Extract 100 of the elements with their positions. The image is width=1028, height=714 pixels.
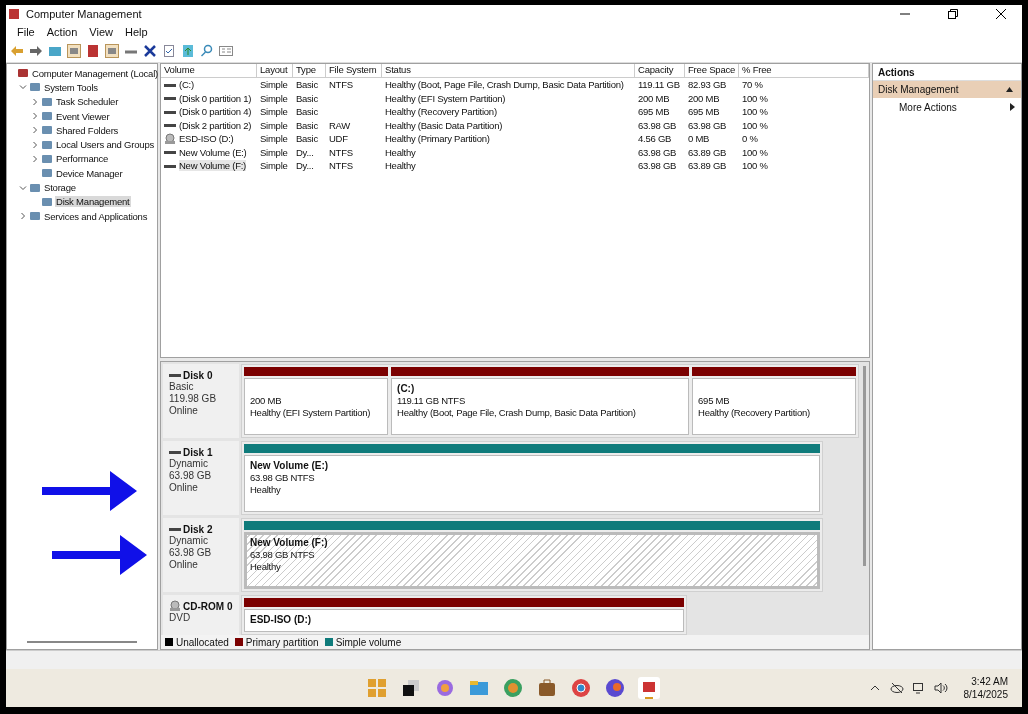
table-cell: 0 MB — [688, 133, 710, 145]
upload-icon[interactable] — [181, 44, 195, 58]
partition-info: 63.98 GB NTFS — [250, 549, 316, 561]
tree-item[interactable]: Local Users and Groups — [55, 139, 156, 151]
table-cell[interactable]: (Disk 2 partition 2) — [179, 119, 252, 131]
partition-info: 695 MB — [698, 395, 731, 407]
table-cell: 63.98 GB — [638, 146, 677, 158]
cloud-off-icon[interactable] — [889, 681, 904, 695]
column-header[interactable]: Volume — [161, 64, 257, 78]
disk-info: Dynamic — [169, 535, 209, 547]
close-icon[interactable] — [995, 8, 1007, 20]
menu-item[interactable]: View — [84, 25, 118, 38]
collapsed-chevron-icon[interactable] — [31, 140, 39, 149]
partition-block[interactable]: ESD-ISO (D:) — [244, 609, 684, 632]
start-icon[interactable] — [366, 677, 388, 699]
table-cell: Simple — [260, 106, 288, 118]
column-header[interactable]: Free Space — [685, 64, 739, 78]
checklist-icon[interactable] — [162, 44, 176, 58]
partition-block[interactable]: New Volume (F:) 63.98 GB NTFS Healthy — [244, 532, 820, 589]
expanded-chevron-icon[interactable] — [19, 83, 27, 92]
collapse-caret-icon[interactable] — [1006, 87, 1013, 92]
disk-name: Disk 1 — [183, 446, 213, 458]
expanded-chevron-icon[interactable] — [19, 183, 27, 192]
table-cell[interactable]: (Disk 0 partition 1) — [179, 92, 252, 104]
tree-item[interactable]: Services and Applications — [43, 210, 149, 222]
column-header[interactable]: File System — [326, 64, 382, 78]
table-cell: Healthy (Recovery Partition) — [385, 106, 497, 118]
table-cell: 695 MB — [688, 106, 720, 118]
column-header[interactable]: Status — [382, 64, 635, 78]
volume-icon[interactable] — [933, 681, 948, 695]
table-cell: 63.98 GB — [638, 119, 677, 131]
table-cell[interactable]: ESD-ISO (D:) — [179, 133, 234, 145]
disk-info: Online — [169, 482, 199, 494]
partition-block[interactable]: (C:) 119.11 GB NTFS Healthy (Boot, Page File, Crash Dump, Basic Data Partition) — [391, 378, 690, 435]
table-cell: Simple — [260, 92, 288, 104]
node-icon — [41, 95, 53, 108]
tree-item[interactable]: Storage — [43, 182, 77, 193]
scrollbar[interactable] — [863, 366, 866, 566]
tree-item[interactable]: System Tools — [43, 81, 99, 93]
forward-arrow-icon[interactable] — [29, 44, 43, 58]
partition-block[interactable]: New Volume (E:) 63.98 GB NTFS Healthy — [244, 455, 820, 512]
tree-item[interactable]: Shared Folders — [55, 124, 120, 136]
task-view-icon[interactable] — [400, 677, 422, 699]
tree-item[interactable]: Task Scheduler — [55, 96, 120, 108]
tree-item[interactable]: Device Manager — [55, 167, 124, 179]
tree-item[interactable]: Computer Management (Local) — [31, 67, 160, 79]
tree-item[interactable]: Event Viewer — [55, 110, 111, 122]
partition-info: Healthy — [250, 484, 282, 496]
collapsed-chevron-icon[interactable] — [19, 212, 27, 221]
store-bag-icon[interactable] — [536, 677, 558, 699]
tree-item[interactable]: Disk Management — [55, 196, 131, 208]
collapsed-chevron-icon[interactable] — [31, 112, 39, 121]
table-cell: 63.89 GB — [688, 146, 727, 158]
table-cell: Basic — [296, 79, 318, 91]
panel-icon[interactable] — [105, 44, 119, 58]
partition-block[interactable]: 695 MB Healthy (Recovery Partition) — [692, 378, 856, 435]
tree-item[interactable]: Performance — [55, 153, 110, 165]
table-cell[interactable]: (C:) — [179, 79, 194, 91]
partition-block[interactable]: 200 MB Healthy (EFI System Partition) — [244, 378, 389, 435]
browser-icon[interactable] — [502, 677, 524, 699]
delete-icon[interactable] — [143, 44, 157, 58]
column-header[interactable]: Type — [293, 64, 326, 78]
collapsed-chevron-icon[interactable] — [31, 97, 39, 106]
column-header[interactable]: Layout — [257, 64, 293, 78]
properties-icon[interactable] — [219, 44, 233, 58]
table-cell: Healthy — [385, 160, 416, 172]
menu-item[interactable]: File — [12, 25, 40, 38]
column-header[interactable]: Capacity — [635, 64, 685, 78]
table-cell: 100 % — [742, 119, 768, 131]
actions-section[interactable]: Disk Management — [873, 81, 1021, 98]
section-label: Disk Management — [878, 84, 959, 95]
table-cell: 200 MB — [688, 92, 720, 104]
menu-item[interactable]: Help — [119, 25, 153, 38]
table-cell[interactable]: New Volume (E:) — [179, 146, 247, 158]
scrollbar[interactable] — [27, 641, 137, 643]
clock[interactable]: 3:42 AM 8/14/2025 — [963, 675, 1008, 701]
collapsed-chevron-icon[interactable] — [31, 154, 39, 163]
table-cell: NTFS — [329, 146, 353, 158]
table-cell[interactable]: (Disk 0 partition 4) — [179, 106, 252, 118]
column-header[interactable]: % Free — [739, 64, 869, 78]
partition-info: Healthy — [250, 561, 282, 573]
search-icon[interactable] — [200, 44, 214, 58]
table-cell: 100 % — [742, 106, 768, 118]
table-cell: RAW — [329, 119, 351, 131]
node-icon — [41, 138, 53, 151]
network-icon[interactable] — [911, 681, 926, 695]
collapsed-chevron-icon[interactable] — [31, 126, 39, 135]
legend-label: Simple volume — [335, 636, 402, 648]
action-item[interactable]: More Actions — [873, 98, 1021, 116]
menu-item[interactable]: Action — [41, 25, 83, 38]
disk-info: Online — [169, 559, 199, 571]
table-cell: 100 % — [742, 160, 768, 172]
table-cell: Healthy (Basic Data Partition) — [385, 119, 503, 131]
management-app-icon[interactable] — [638, 677, 660, 699]
partition-info: Healthy (Boot, Page File, Crash Dump, Basic Data Partition) — [397, 407, 637, 419]
restore-icon[interactable] — [947, 8, 959, 20]
table-cell[interactable]: New Volume (F:) — [179, 160, 246, 172]
back-arrow-icon[interactable] — [10, 44, 24, 58]
table-cell: Basic — [296, 119, 318, 131]
partition-title: New Volume (F:) — [250, 537, 329, 549]
